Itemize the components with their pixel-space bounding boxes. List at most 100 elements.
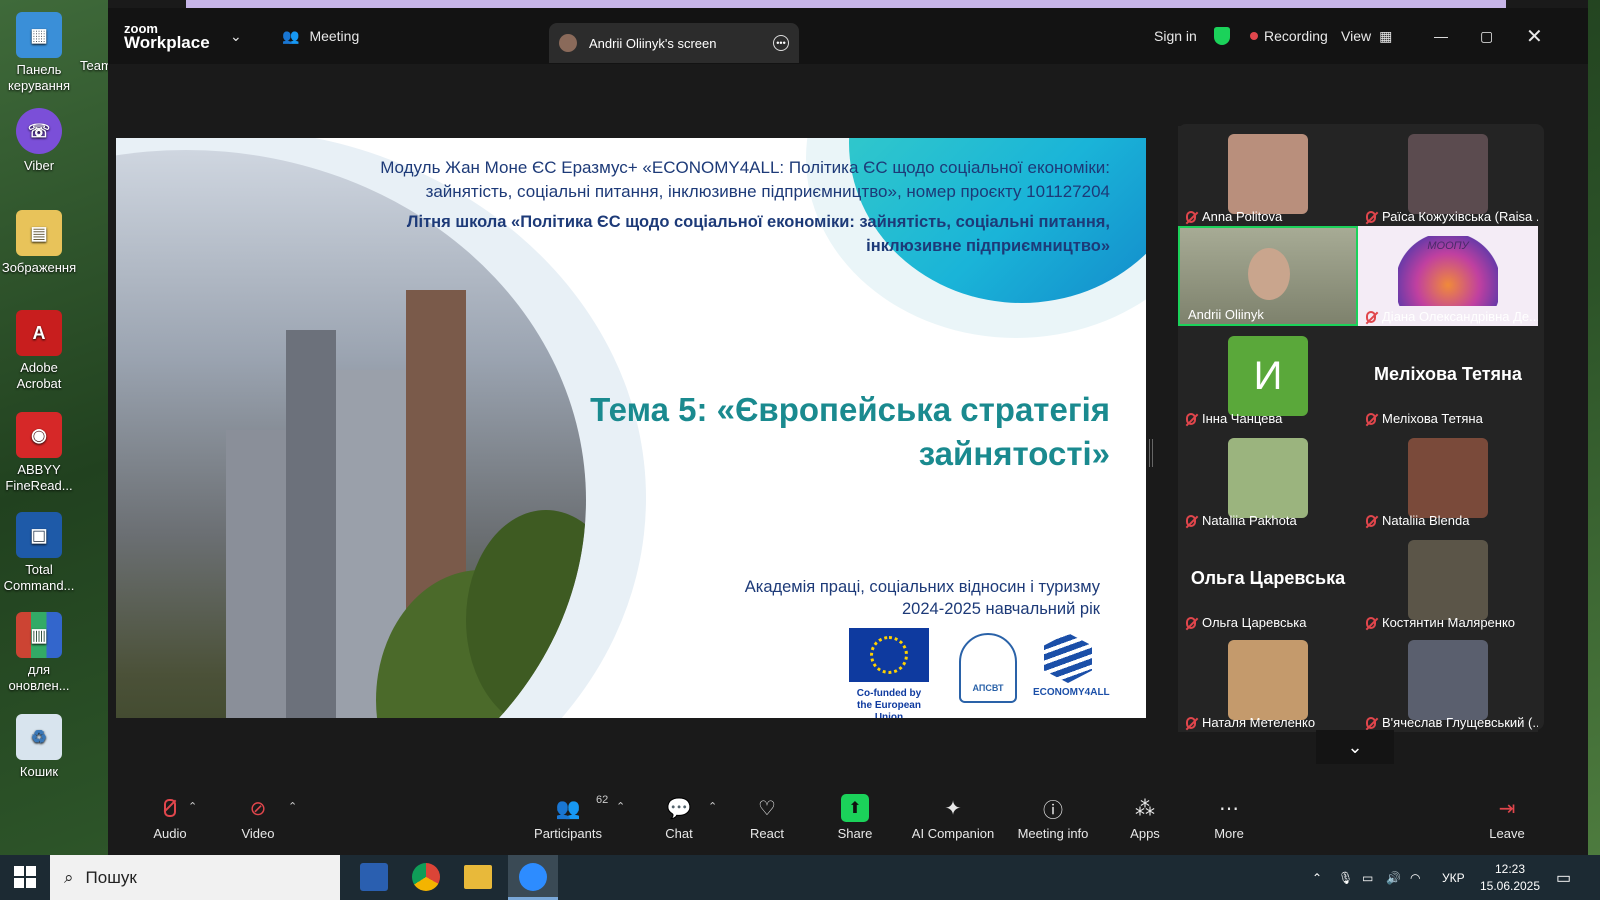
show-hidden-icons-icon[interactable]: ⌃ (1312, 855, 1322, 900)
meeting-info-button[interactable]: ⓘ Meeting info (1008, 794, 1098, 842)
wifi-icon[interactable]: ◠ (1410, 855, 1420, 900)
desktop-icon-viber[interactable]: ☏ Viber (0, 108, 78, 174)
more-options-icon[interactable]: ••• (773, 35, 789, 51)
participant-tile[interactable]: Anna Politova (1178, 126, 1358, 226)
participant-name: Інна Чанцева (1202, 411, 1283, 426)
chevron-down-icon: ⌄ (1347, 736, 1363, 757)
taskbar-search-input[interactable]: ⌕ Пошук (50, 855, 340, 900)
view-button[interactable]: View ▦ (1341, 8, 1392, 64)
avatar: И (1228, 336, 1308, 416)
participant-tile[interactable]: Костянтин Маляренко (1358, 532, 1538, 632)
minimize-icon[interactable]: — (1434, 8, 1448, 64)
participant-tile[interactable]: Раїса Кожухівська (Raisa ... (1358, 126, 1538, 226)
participants-count: 62 (596, 794, 609, 806)
participant-tile[interactable]: Nataliia Blenda (1358, 430, 1538, 530)
meeting-stage: Модуль Жан Моне ЄС Еразмус+ «ECONOMY4ALL… (108, 64, 1588, 784)
avatar (1228, 134, 1308, 214)
participant-name: Раїса Кожухівська (Raisa ... (1382, 209, 1538, 224)
economy4all-mark-icon (1044, 633, 1092, 683)
participant-tile[interactable]: В'ячеслав Глущевський (... (1358, 632, 1538, 732)
leave-button[interactable]: ⇥ Leave (1482, 794, 1532, 842)
desktop-icon-abbyy[interactable]: ◉ ABBYY FineRead... (0, 412, 78, 494)
screen-share-tab[interactable]: Andrii Oliinyk's screen ••• (549, 23, 799, 63)
avatar (1408, 640, 1488, 720)
slide-footer: Академія праці, соціальних відносин і ту… (580, 576, 1100, 620)
mic-muted-icon (1366, 716, 1376, 729)
video-button[interactable]: ⊘ Video (232, 794, 284, 842)
desktop-icon-acrobat[interactable]: A Adobe Acrobat (0, 310, 78, 392)
acrobat-icon: A (16, 310, 62, 356)
heart-icon: ♡ (758, 797, 776, 820)
eu-flag-icon (849, 628, 929, 682)
shield-check-icon[interactable] (1214, 8, 1230, 64)
mic-muted-icon (1366, 514, 1376, 527)
tree (466, 510, 586, 718)
windows-start-icon[interactable] (14, 866, 36, 888)
apps-button[interactable]: ⁂ Apps (1120, 794, 1170, 842)
participant-tile[interactable]: МООПУ Діана Олександрівна Де... (1358, 226, 1538, 326)
eu-cofunded-text: Co-funded by the European Union (856, 688, 922, 718)
zoom-logo: zoom Workplace (124, 21, 210, 52)
clock[interactable]: 12:23 15.06.2025 (1476, 861, 1544, 895)
desktop-icon-total-commander[interactable]: ▣ Total Command... (0, 512, 78, 594)
audio-options-caret-icon[interactable]: ⌃ (188, 800, 197, 813)
participant-tile[interactable]: И Інна Чанцева (1178, 328, 1358, 428)
participant-tile[interactable]: Меліхова Тетяна Меліхова Тетяна (1358, 328, 1538, 428)
archive-icon: ▥ (16, 612, 62, 658)
mic-muted-icon (1366, 412, 1376, 425)
chat-button[interactable]: 💬 Chat (654, 794, 704, 842)
more-button[interactable]: ⋯ More (1204, 794, 1254, 842)
share-button[interactable]: ⬆ Share (830, 794, 880, 841)
chat-icon: 💬 (666, 797, 692, 820)
desktop-icon-control-panel[interactable]: ▦ Панель керування (0, 12, 78, 94)
maximize-icon[interactable]: ▢ (1480, 8, 1493, 64)
more-icon: ⋯ (1219, 797, 1239, 820)
volume-icon[interactable]: 🔊 (1386, 855, 1401, 900)
file-explorer-icon[interactable] (464, 865, 492, 889)
close-icon[interactable]: ✕ (1526, 8, 1543, 64)
video-options-caret-icon[interactable]: ⌃ (288, 800, 297, 813)
avatar (1408, 438, 1488, 518)
taskbar-app-save-icon[interactable] (360, 863, 388, 891)
academic-year: 2024-2025 навчальний рік (902, 600, 1100, 618)
participant-name: Діана Олександрівна Де... (1382, 309, 1538, 324)
desktop-icon-pictures[interactable]: ▤ Зображення (0, 210, 78, 276)
mic-muted-icon (156, 794, 184, 822)
desktop-icon-archive[interactable]: ▥ для оновлен... (0, 612, 78, 694)
notifications-icon[interactable]: ▭ (1556, 855, 1571, 900)
participant-tile[interactable]: Ольга Царевська Ольга Царевська (1178, 532, 1358, 632)
sign-in-button[interactable]: Sign in (1154, 8, 1197, 64)
clock-time: 12:23 (1494, 862, 1526, 876)
leave-icon: ⇥ (1498, 797, 1516, 820)
recycle-bin-icon: ♻ (16, 714, 62, 760)
chevron-down-icon[interactable]: ⌄ (230, 8, 242, 64)
participant-name: Меліхова Тетяна (1382, 411, 1483, 426)
avatar (1408, 540, 1488, 620)
react-button[interactable]: ♡ React (742, 794, 792, 842)
zoom-taskbar-button[interactable] (508, 855, 558, 900)
participant-tile[interactable]: Наталя Метеленко (1178, 632, 1358, 732)
recording-indicator[interactable]: Recording (1250, 8, 1328, 64)
participant-name: Nataliia Blenda (1382, 513, 1470, 528)
participants-options-caret-icon[interactable]: ⌃ (616, 800, 625, 813)
gallery-scroll-down-button[interactable]: ⌄ (1316, 730, 1394, 764)
slide-title: Тема 5: «Європейська стратегія зайнятост… (590, 391, 1110, 472)
chat-options-caret-icon[interactable]: ⌃ (708, 800, 717, 813)
eu-logo: Co-funded by the European Union (849, 628, 929, 718)
desktop-icon-recycle-bin[interactable]: ♻ Кошик (0, 714, 78, 780)
window-accent-strip (186, 0, 1506, 8)
microphone-icon[interactable]: 🎙 (1338, 855, 1353, 900)
ai-companion-button[interactable]: ✦ AI Companion (908, 794, 998, 842)
language-indicator[interactable]: УКР (1442, 855, 1465, 900)
chrome-icon[interactable] (412, 863, 440, 891)
search-icon: ⌕ (64, 867, 74, 887)
building (226, 430, 286, 718)
split-resize-handle[interactable] (1149, 439, 1153, 467)
participant-tile-active-speaker[interactable]: Andrii Oliinyk (1178, 226, 1358, 326)
battery-icon[interactable]: ▭ (1362, 855, 1373, 900)
participant-tile[interactable]: Nataliia Pakhota (1178, 430, 1358, 530)
viber-icon: ☏ (16, 108, 62, 154)
info-icon: ⓘ (1043, 799, 1063, 822)
meeting-menu[interactable]: 👥 Meeting (282, 8, 359, 64)
participant-display-name: Меліхова Тетяна (1374, 364, 1522, 384)
